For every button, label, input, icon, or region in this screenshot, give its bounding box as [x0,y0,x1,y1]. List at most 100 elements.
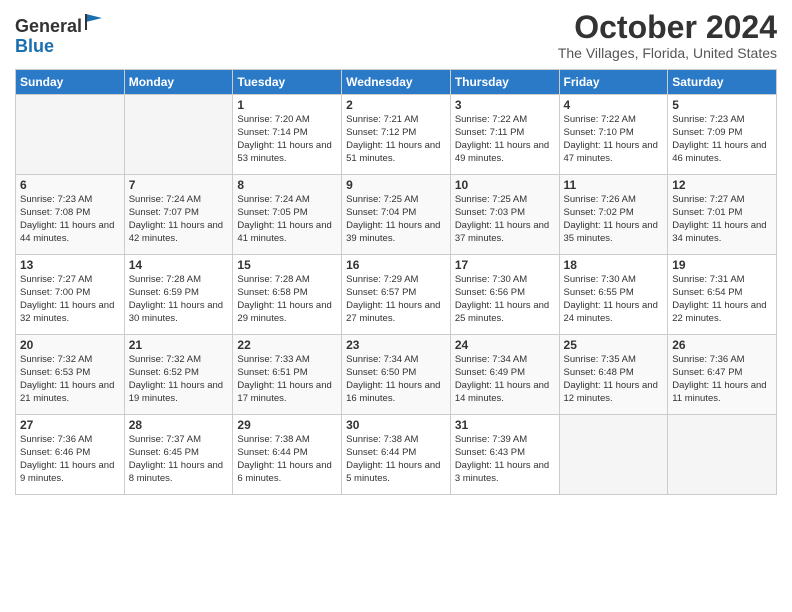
day-info: Sunrise: 7:23 AMSunset: 7:09 PMDaylight:… [672,114,772,165]
column-header-friday: Friday [559,70,668,95]
calendar-cell: 26Sunrise: 7:36 AMSunset: 6:47 PMDayligh… [668,335,777,415]
calendar-cell: 18 Sunrise: 7:30 AMSunset: 6:55 PMDayligh… [559,255,668,335]
calendar-cell: 2Sunrise: 7:21 AMSunset: 7:12 PMDaylight… [342,95,451,175]
day-info: Sunrise: 7:21 AMSunset: 7:12 PMDaylight:… [346,114,446,165]
logo-text-general: General [15,16,82,36]
day-number: 4 [564,98,664,112]
day-info: Sunrise: 7:24 AMSunset: 7:07 PMDaylight:… [129,194,229,245]
day-number: 8 [237,178,337,192]
day-info: Sunrise: 7:22 AMSunset: 7:10 PMDaylight:… [564,114,664,165]
calendar-cell: 17 Sunrise: 7:30 AMSunset: 6:56 PMDayligh… [450,255,559,335]
calendar-header-row: SundayMondayTuesdayWednesdayThursdayFrid… [16,70,777,95]
day-info: Sunrise: 7:22 AMSunset: 7:11 PMDaylight:… [455,114,555,165]
calendar-cell: 3Sunrise: 7:22 AMSunset: 7:11 PMDaylight… [450,95,559,175]
calendar-cell: 20 Sunrise: 7:32 AMSunset: 6:53 PMDayligh… [16,335,125,415]
day-number: 28 [129,418,229,432]
calendar-cell [16,95,125,175]
day-number: 25 [564,338,664,352]
day-number: 5 [672,98,772,112]
day-info: Sunrise: 7:31 AMSunset: 6:54 PMDaylight:… [672,274,772,325]
day-info: Sunrise: 7:25 AMSunset: 7:04 PMDaylight:… [346,194,446,245]
day-number: 21 [129,338,229,352]
calendar-cell: 25 Sunrise: 7:35 AMSunset: 6:48 PMDayligh… [559,335,668,415]
day-info: Sunrise: 7:35 AMSunset: 6:48 PMDaylight:… [564,354,664,405]
day-info: Sunrise: 7:34 AMSunset: 6:50 PMDaylight:… [346,354,446,405]
day-number: 17 [455,258,555,272]
calendar-cell: 1 Sunrise: 7:20 AMSunset: 7:14 PMDaylight… [233,95,342,175]
day-info: Sunrise: 7:26 AMSunset: 7:02 PMDaylight:… [564,194,664,245]
logo-flag-icon [84,12,104,32]
calendar-cell: 31 Sunrise: 7:39 AMSunset: 6:43 PMDayligh… [450,415,559,495]
day-number: 10 [455,178,555,192]
day-info: Sunrise: 7:34 AMSunset: 6:49 PMDaylight:… [455,354,555,405]
calendar-cell: 6 Sunrise: 7:23 AMSunset: 7:08 PMDaylight… [16,175,125,255]
title-area: October 2024 The Villages, Florida, Unit… [558,10,777,61]
month-title: October 2024 [558,10,777,45]
day-info: Sunrise: 7:24 AMSunset: 7:05 PMDaylight:… [237,194,337,245]
calendar-cell [124,95,233,175]
day-number: 14 [129,258,229,272]
day-info: Sunrise: 7:25 AMSunset: 7:03 PMDaylight:… [455,194,555,245]
day-number: 27 [20,418,120,432]
column-header-tuesday: Tuesday [233,70,342,95]
calendar-week-row: 1 Sunrise: 7:20 AMSunset: 7:14 PMDaylight… [16,95,777,175]
day-info: Sunrise: 7:30 AMSunset: 6:55 PMDaylight:… [564,274,664,325]
calendar-week-row: 6 Sunrise: 7:23 AMSunset: 7:08 PMDaylight… [16,175,777,255]
day-info: Sunrise: 7:20 AMSunset: 7:14 PMDaylight:… [237,114,337,165]
day-number: 24 [455,338,555,352]
day-info: Sunrise: 7:38 AMSunset: 6:44 PMDaylight:… [237,434,337,485]
calendar-week-row: 13 Sunrise: 7:27 AMSunset: 7:00 PMDayligh… [16,255,777,335]
day-number: 12 [672,178,772,192]
calendar-cell: 29Sunrise: 7:38 AMSunset: 6:44 PMDayligh… [233,415,342,495]
day-info: Sunrise: 7:36 AMSunset: 6:46 PMDaylight:… [20,434,120,485]
calendar-cell: 24 Sunrise: 7:34 AMSunset: 6:49 PMDayligh… [450,335,559,415]
day-number: 15 [237,258,337,272]
calendar-cell: 27 Sunrise: 7:36 AMSunset: 6:46 PMDayligh… [16,415,125,495]
day-number: 11 [564,178,664,192]
calendar-cell: 21 Sunrise: 7:32 AMSunset: 6:52 PMDayligh… [124,335,233,415]
calendar-cell: 9Sunrise: 7:25 AMSunset: 7:04 PMDaylight… [342,175,451,255]
day-number: 6 [20,178,120,192]
calendar-cell [559,415,668,495]
calendar-cell: 12 Sunrise: 7:27 AMSunset: 7:01 PMDayligh… [668,175,777,255]
calendar-table: SundayMondayTuesdayWednesdayThursdayFrid… [15,69,777,495]
calendar-week-row: 27 Sunrise: 7:36 AMSunset: 6:46 PMDayligh… [16,415,777,495]
day-info: Sunrise: 7:29 AMSunset: 6:57 PMDaylight:… [346,274,446,325]
calendar-week-row: 20 Sunrise: 7:32 AMSunset: 6:53 PMDayligh… [16,335,777,415]
calendar-cell: 16 Sunrise: 7:29 AMSunset: 6:57 PMDayligh… [342,255,451,335]
calendar-cell: 7 Sunrise: 7:24 AMSunset: 7:07 PMDaylight… [124,175,233,255]
day-info: Sunrise: 7:39 AMSunset: 6:43 PMDaylight:… [455,434,555,485]
day-number: 1 [237,98,337,112]
calendar-cell: 13 Sunrise: 7:27 AMSunset: 7:00 PMDayligh… [16,255,125,335]
calendar-cell: 22Sunrise: 7:33 AMSunset: 6:51 PMDayligh… [233,335,342,415]
calendar-cell: 30Sunrise: 7:38 AMSunset: 6:44 PMDayligh… [342,415,451,495]
day-info: Sunrise: 7:37 AMSunset: 6:45 PMDaylight:… [129,434,229,485]
day-info: Sunrise: 7:36 AMSunset: 6:47 PMDaylight:… [672,354,772,405]
day-info: Sunrise: 7:28 AMSunset: 6:59 PMDaylight:… [129,274,229,325]
calendar-cell: 19Sunrise: 7:31 AMSunset: 6:54 PMDayligh… [668,255,777,335]
day-info: Sunrise: 7:32 AMSunset: 6:52 PMDaylight:… [129,354,229,405]
day-number: 13 [20,258,120,272]
calendar-cell: 5 Sunrise: 7:23 AMSunset: 7:09 PMDaylight… [668,95,777,175]
day-number: 7 [129,178,229,192]
day-info: Sunrise: 7:23 AMSunset: 7:08 PMDaylight:… [20,194,120,245]
calendar-cell: 4 Sunrise: 7:22 AMSunset: 7:10 PMDaylight… [559,95,668,175]
calendar-cell: 10 Sunrise: 7:25 AMSunset: 7:03 PMDayligh… [450,175,559,255]
day-number: 31 [455,418,555,432]
day-info: Sunrise: 7:27 AMSunset: 7:00 PMDaylight:… [20,274,120,325]
column-header-wednesday: Wednesday [342,70,451,95]
day-number: 20 [20,338,120,352]
day-number: 16 [346,258,446,272]
day-info: Sunrise: 7:30 AMSunset: 6:56 PMDaylight:… [455,274,555,325]
column-header-sunday: Sunday [16,70,125,95]
day-number: 23 [346,338,446,352]
day-number: 18 [564,258,664,272]
calendar-cell: 28 Sunrise: 7:37 AMSunset: 6:45 PMDayligh… [124,415,233,495]
day-info: Sunrise: 7:32 AMSunset: 6:53 PMDaylight:… [20,354,120,405]
logo-text-blue: Blue [15,36,54,56]
column-header-monday: Monday [124,70,233,95]
calendar-cell: 23 Sunrise: 7:34 AMSunset: 6:50 PMDayligh… [342,335,451,415]
day-info: Sunrise: 7:38 AMSunset: 6:44 PMDaylight:… [346,434,446,485]
day-info: Sunrise: 7:27 AMSunset: 7:01 PMDaylight:… [672,194,772,245]
location-title: The Villages, Florida, United States [558,45,777,61]
